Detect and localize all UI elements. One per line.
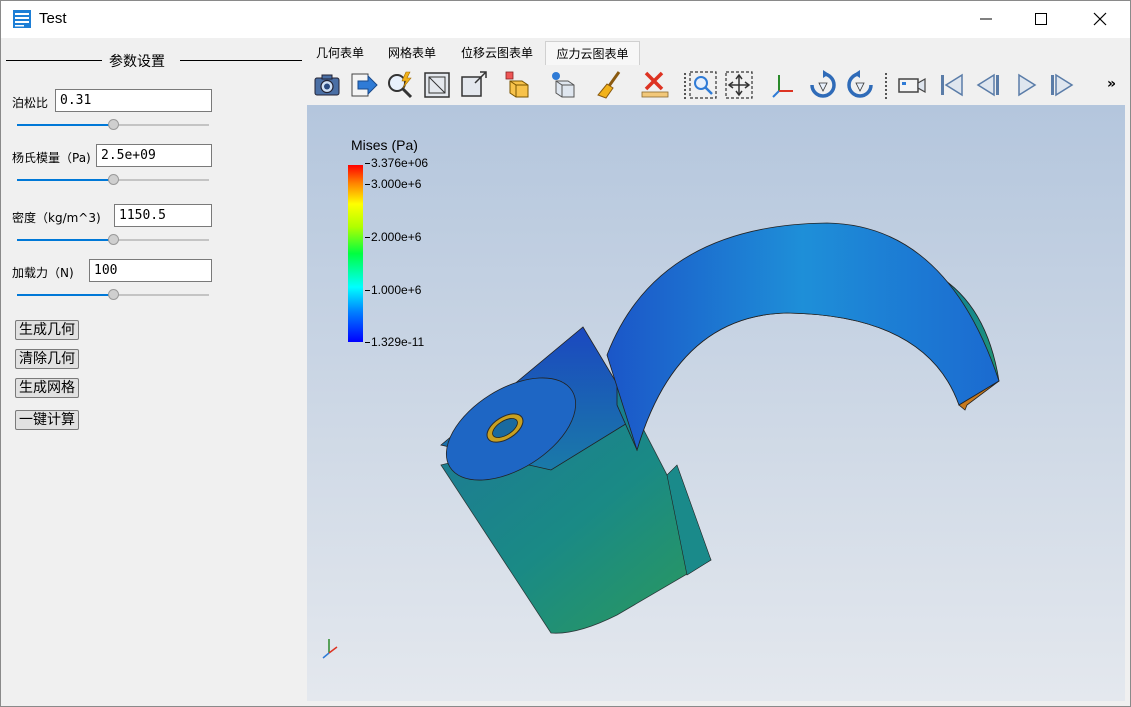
axes-orientation-button[interactable] bbox=[769, 69, 801, 101]
tab-stress[interactable]: 应力云图表单 bbox=[545, 41, 640, 65]
youngs-modulus-slider[interactable] bbox=[17, 174, 209, 186]
select-cells-button[interactable] bbox=[502, 69, 534, 101]
rotate-ccw-icon bbox=[847, 70, 873, 98]
first-frame-icon bbox=[941, 73, 963, 97]
screenshot-button[interactable] bbox=[311, 69, 343, 101]
slider-thumb[interactable] bbox=[108, 174, 119, 185]
app-icon bbox=[13, 10, 31, 28]
load-force-input[interactable]: 100 bbox=[89, 259, 212, 282]
poisson-ratio-slider[interactable] bbox=[17, 119, 209, 131]
generate-mesh-button[interactable]: 生成网格 bbox=[15, 378, 79, 398]
select-query-icon bbox=[388, 71, 413, 99]
parameter-panel: 参数设置 泊松比 0.31 杨氏模量（Pa) 2.5e+09 密度（kg/m^3… bbox=[4, 39, 305, 706]
slider-thumb[interactable] bbox=[108, 119, 119, 130]
first-frame-button[interactable] bbox=[935, 69, 967, 101]
last-frame-button[interactable] bbox=[1046, 69, 1078, 101]
slider-fill bbox=[17, 179, 113, 181]
tab-displacement[interactable]: 位移云图表单 bbox=[450, 41, 544, 65]
zoom-to-data-button[interactable] bbox=[458, 69, 490, 101]
poisson-ratio-label: 泊松比 bbox=[12, 96, 49, 110]
close-button[interactable] bbox=[1071, 1, 1129, 37]
select-points-icon bbox=[552, 72, 575, 98]
generate-geometry-button[interactable]: 生成几何 bbox=[15, 320, 79, 340]
rotate-cw-button[interactable] bbox=[807, 69, 839, 101]
minimize-button[interactable] bbox=[957, 1, 1015, 37]
reset-camera-button[interactable] bbox=[421, 69, 453, 101]
rotate-cw-icon bbox=[810, 70, 836, 98]
rotate-ccw-button[interactable] bbox=[844, 69, 876, 101]
pan-fit-button[interactable] bbox=[723, 69, 755, 101]
tab-mesh[interactable]: 网格表单 bbox=[376, 41, 448, 65]
group-title: 参数设置 bbox=[109, 54, 165, 70]
clear-geometry-button[interactable]: 清除几何 bbox=[15, 349, 79, 369]
tab-geometry[interactable]: 几何表单 bbox=[306, 41, 374, 65]
save-arrow-icon bbox=[351, 73, 378, 97]
previous-frame-button[interactable] bbox=[972, 69, 1004, 101]
slider-fill bbox=[17, 239, 113, 241]
close-icon bbox=[1093, 12, 1107, 26]
toolbar-overflow-button[interactable]: » bbox=[1107, 76, 1116, 92]
zoom-to-box-button[interactable] bbox=[687, 69, 719, 101]
select-points-button[interactable] bbox=[548, 69, 580, 101]
title-bar[interactable]: Test bbox=[1, 1, 1130, 38]
load-force-slider[interactable] bbox=[17, 289, 209, 301]
load-force-label: 加载力（N) bbox=[12, 266, 74, 280]
select-cells-icon bbox=[505, 71, 529, 98]
camera-icon bbox=[314, 74, 340, 96]
density-label: 密度（kg/m^3) bbox=[12, 211, 101, 225]
group-divider-left bbox=[6, 60, 102, 61]
reset-camera-box-icon bbox=[424, 72, 450, 98]
youngs-modulus-input[interactable]: 2.5e+09 bbox=[96, 144, 212, 167]
play-icon bbox=[1018, 73, 1037, 97]
maximize-icon bbox=[1035, 13, 1047, 25]
toolbar-separator bbox=[885, 73, 887, 99]
poisson-ratio-input[interactable]: 0.31 bbox=[55, 89, 212, 112]
render-viewport[interactable]: Mises (Pa) 3.376e+06 3.000e+6 2.000e+6 1… bbox=[307, 105, 1125, 701]
viewer-toolbar: » bbox=[307, 65, 1125, 105]
slider-thumb[interactable] bbox=[108, 289, 119, 300]
pan-fit-icon bbox=[725, 71, 753, 99]
window-title: Test bbox=[39, 10, 67, 27]
main-window: Test 参数设置 泊松比 0.31 杨氏模量（Pa) 2.5e+09 密度（k… bbox=[0, 0, 1131, 707]
slider-fill bbox=[17, 124, 113, 126]
density-slider[interactable] bbox=[17, 234, 209, 246]
group-divider-right bbox=[180, 60, 302, 61]
clear-selection-icon bbox=[641, 71, 669, 98]
maximize-button[interactable] bbox=[1012, 1, 1070, 37]
save-state-button[interactable] bbox=[348, 69, 380, 101]
clear-selection-button[interactable] bbox=[639, 69, 671, 101]
zoom-data-box-icon bbox=[461, 71, 487, 97]
query-selection-button[interactable] bbox=[384, 69, 416, 101]
slider-fill bbox=[17, 294, 113, 296]
previous-frame-icon bbox=[976, 73, 999, 97]
zoom-to-box-icon bbox=[689, 71, 717, 99]
record-button[interactable] bbox=[896, 69, 928, 101]
last-frame-icon bbox=[1051, 73, 1074, 97]
minimize-icon bbox=[980, 18, 992, 20]
axes-orientation-icon bbox=[772, 75, 793, 98]
stress-model-render bbox=[322, 222, 1000, 659]
play-button[interactable] bbox=[1010, 69, 1042, 101]
one-click-compute-button[interactable]: 一键计算 bbox=[15, 410, 79, 430]
density-input[interactable]: 1150.5 bbox=[114, 204, 212, 227]
clear-brush-icon bbox=[597, 71, 621, 99]
clear-brush-button[interactable] bbox=[594, 69, 626, 101]
video-camera-icon bbox=[898, 77, 926, 94]
youngs-modulus-label: 杨氏模量（Pa) bbox=[12, 151, 91, 165]
slider-thumb[interactable] bbox=[108, 234, 119, 245]
toolbar-separator bbox=[684, 73, 686, 99]
